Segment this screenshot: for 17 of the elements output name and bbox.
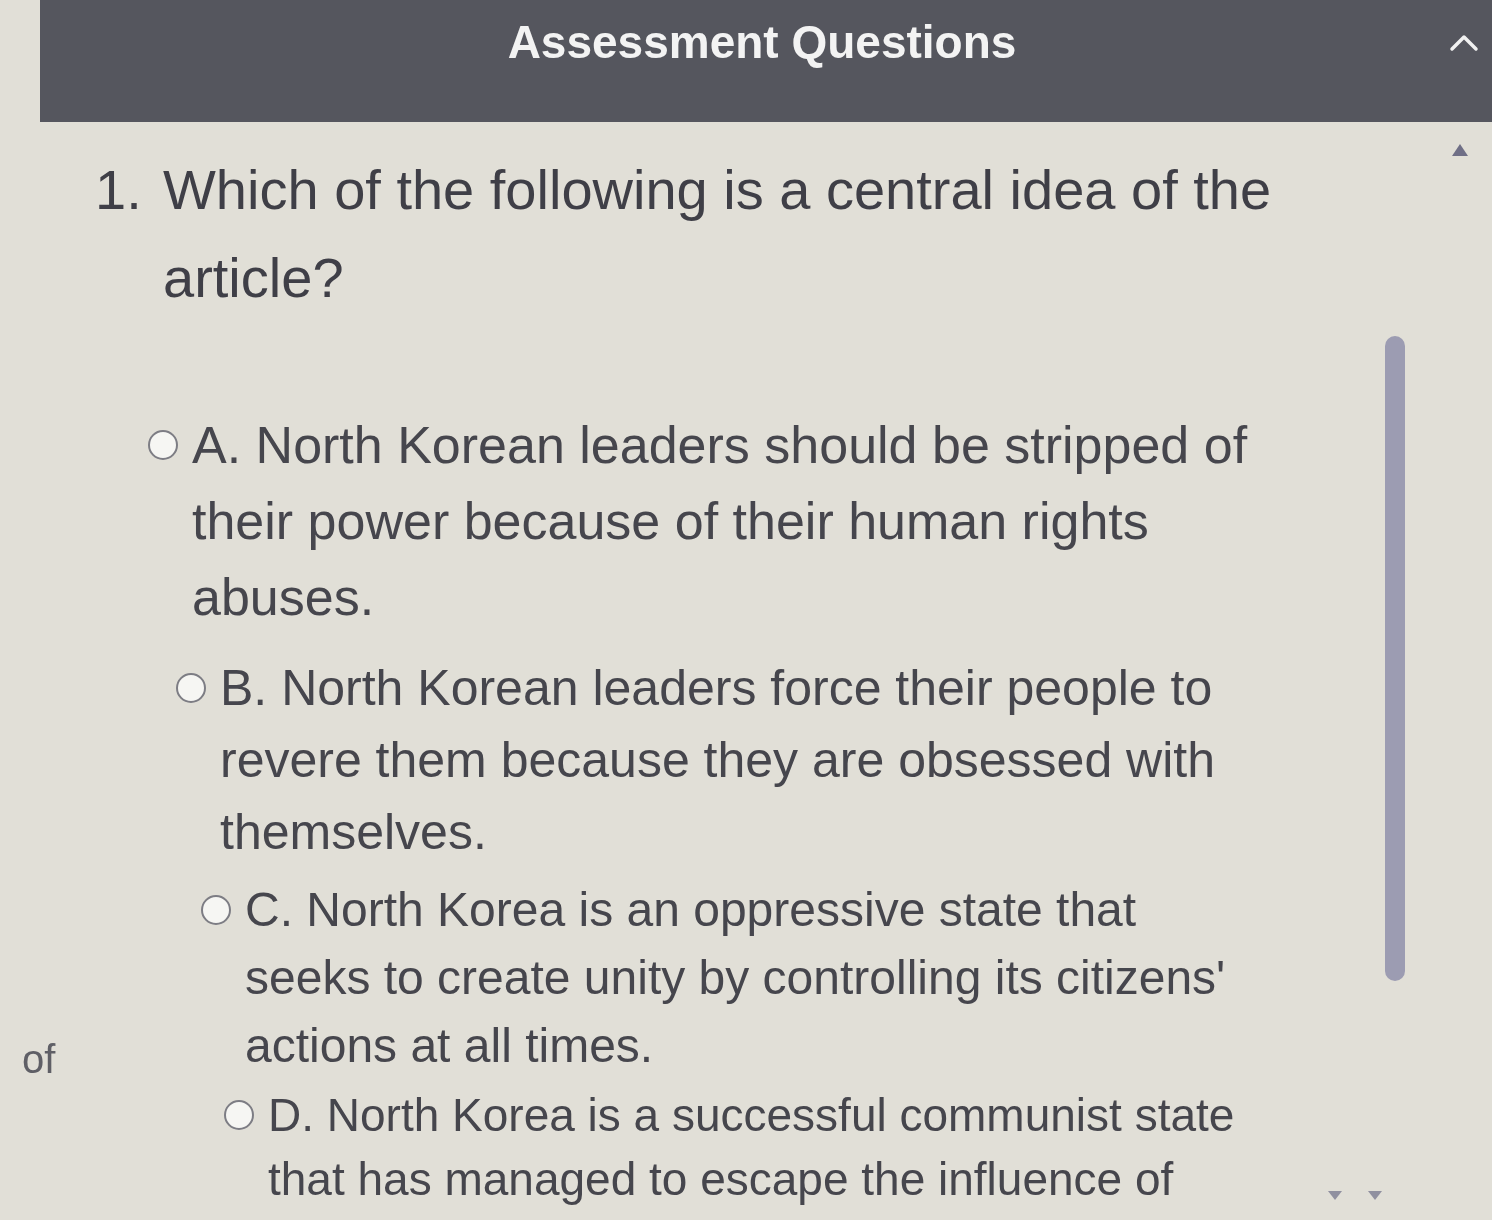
side-text: of: [21, 1036, 57, 1083]
question-text: Which of the following is a central idea of the article?: [163, 157, 1273, 311]
scrollbar-thumb[interactable]: [1385, 336, 1405, 981]
question-number: 1.: [95, 157, 143, 223]
option-text: C. North Korea is an oppressive state that seeks to create unity by controlling its citizens' actions at all times.: [245, 882, 1227, 1074]
option-text: A. North Korean leaders should be stripped of their power because of their human rights abuses.: [192, 415, 1249, 628]
radio-button[interactable]: [148, 430, 178, 460]
scroll-down-icon[interactable]: [1368, 1191, 1382, 1200]
scroll-up-icon[interactable]: [1452, 144, 1468, 156]
option-text: B. North Korean leaders force their people to revere them because they are obsessed with themselves.: [220, 659, 1216, 862]
radio-button[interactable]: [224, 1100, 254, 1130]
header-title: Assessment Questions: [507, 19, 1017, 70]
radio-button[interactable]: [201, 895, 231, 925]
option-text: D. North Korea is a successful communist state that has managed to escape the influence of: [268, 1088, 1236, 1207]
chevron-up-icon: [1449, 34, 1479, 52]
radio-button[interactable]: [176, 673, 206, 703]
scroll-down-icon[interactable]: [1328, 1191, 1342, 1200]
